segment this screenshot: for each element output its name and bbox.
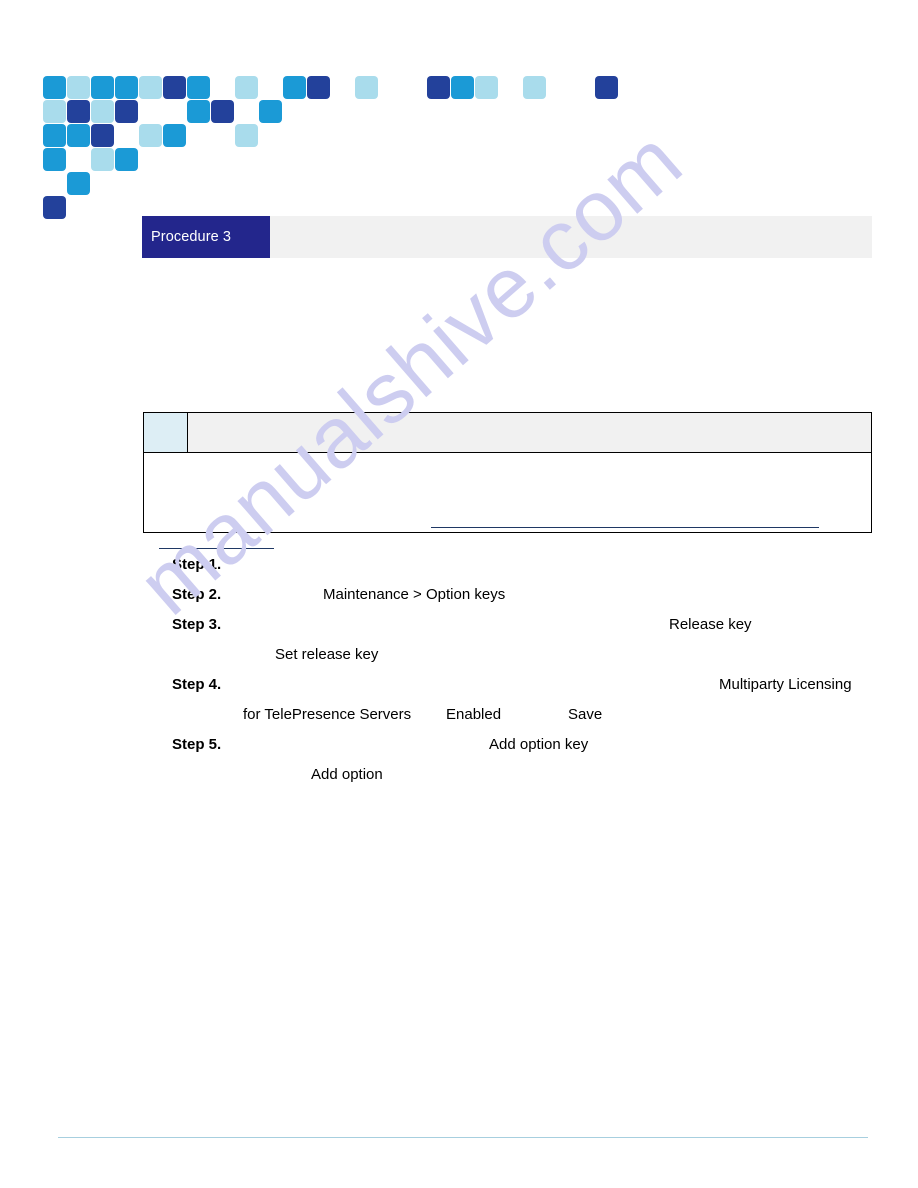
procedure-step: Step 5. Add option key Add option	[0, 736, 918, 783]
step-label: Step 4.	[172, 676, 222, 693]
step-text-fragment: for TelePresence Servers	[243, 706, 412, 723]
note-box-body	[144, 453, 871, 549]
step-text-fragment: Add option	[311, 766, 383, 783]
mosaic-square	[115, 100, 138, 123]
mosaic-square	[427, 76, 450, 99]
procedure-banner: Procedure 3	[142, 216, 872, 258]
step-text-fragment: Release key	[669, 616, 752, 633]
note-header-text-cell	[188, 413, 871, 453]
mosaic-square	[187, 100, 210, 123]
mosaic-square	[43, 76, 66, 99]
procedure-step: Step 1.	[0, 556, 918, 586]
mosaic-square	[595, 76, 618, 99]
step-text-fragment: Maintenance > Option keys	[323, 586, 506, 603]
mosaic-square	[307, 76, 330, 99]
mosaic-square	[43, 124, 66, 147]
mosaic-square	[43, 148, 66, 171]
mosaic-square	[43, 100, 66, 123]
step-text-fragment: Add option key	[489, 736, 589, 753]
mosaic-square	[91, 148, 114, 171]
step-text-fragment: Save	[568, 706, 603, 723]
mosaic-square	[355, 76, 378, 99]
step-label: Step 3.	[172, 616, 222, 633]
step-label: Step 2.	[172, 586, 222, 603]
mosaic-square	[43, 196, 66, 219]
procedure-step: Step 2. Maintenance > Option keys	[0, 586, 918, 616]
mosaic-square	[91, 124, 114, 147]
mosaic-square	[67, 124, 90, 147]
mosaic-square	[475, 76, 498, 99]
step-text-fragment: Multiparty Licensing	[719, 676, 852, 693]
mosaic-square	[115, 148, 138, 171]
mosaic-square	[283, 76, 306, 99]
mosaic-square	[163, 76, 186, 99]
mosaic-square	[235, 124, 258, 147]
mosaic-square	[187, 76, 210, 99]
note-link-underline-primary[interactable]	[431, 527, 819, 528]
mosaic-square	[67, 172, 90, 195]
mosaic-square	[139, 124, 162, 147]
mosaic-square	[91, 76, 114, 99]
decorative-square-mosaic	[0, 0, 700, 219]
mosaic-square	[163, 124, 186, 147]
step-text-fragment: Enabled	[446, 706, 502, 723]
mosaic-square	[67, 100, 90, 123]
mosaic-square	[259, 100, 282, 123]
mosaic-square	[67, 76, 90, 99]
step-label: Step 1.	[172, 556, 222, 573]
step-label: Step 5.	[172, 736, 222, 753]
mosaic-square	[115, 76, 138, 99]
mosaic-square	[211, 100, 234, 123]
note-box	[143, 412, 872, 549]
mosaic-square	[91, 100, 114, 123]
mosaic-square	[523, 76, 546, 99]
note-box-header	[144, 413, 871, 453]
note-link-underline-secondary[interactable]	[159, 548, 274, 549]
document-page: Procedure 3 Step 1. Step 2. Maintenance > …	[0, 0, 918, 1188]
procedure-step: Step 4. Multiparty Licensing for TelePrese…	[0, 676, 918, 723]
mosaic-square	[451, 76, 474, 99]
note-icon-cell	[144, 413, 188, 453]
procedure-step: Step 3. Release key Set release key	[0, 616, 918, 663]
procedure-label: Procedure 3	[142, 216, 270, 258]
footer-divider	[58, 1137, 868, 1138]
mosaic-square	[235, 76, 258, 99]
mosaic-square	[139, 76, 162, 99]
step-text-fragment: Set release key	[275, 646, 379, 663]
